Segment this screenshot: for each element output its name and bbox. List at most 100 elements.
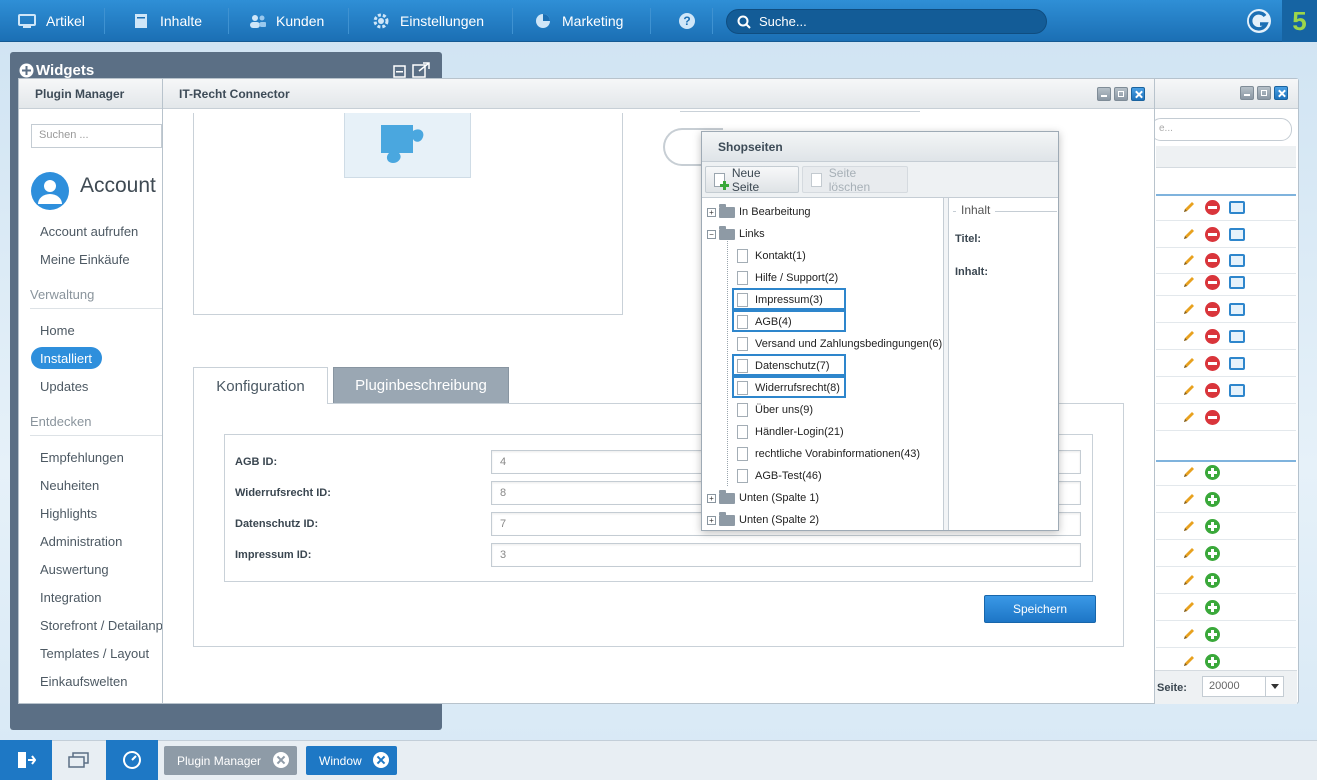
close-button[interactable] [1131,87,1145,101]
close-button[interactable] [1274,86,1288,100]
open-window-icon[interactable] [1229,357,1245,370]
tree-folder[interactable]: − Links [707,223,765,245]
edit-pencil-icon[interactable] [1182,573,1196,587]
sidebar-item-entdecken[interactable]: Auswertung [40,562,109,577]
page-size-select[interactable]: 20000 [1202,676,1284,697]
edit-pencil-icon[interactable] [1182,627,1196,641]
table-row[interactable] [1156,513,1296,540]
nav-artikel[interactable]: Artikel [4,0,99,42]
table-row[interactable] [1156,350,1296,377]
right-search-input[interactable]: e... [1150,118,1292,141]
table-row[interactable] [1156,486,1296,513]
table-row[interactable] [1156,594,1296,621]
install-plus-icon[interactable] [1205,627,1220,642]
minimize-button[interactable] [1097,87,1111,101]
tree-page[interactable]: rechtliche Vorabinformationen(43) [737,443,920,465]
my-purchases-link[interactable]: Meine Einkäufe [40,252,130,267]
tree-folder[interactable]: + In Bearbeitung [707,201,811,223]
close-icon[interactable] [373,752,389,768]
edit-pencil-icon[interactable] [1182,410,1196,424]
sidebar-item-entdecken[interactable]: Neuheiten [40,478,99,493]
tab-pluginbeschreibung[interactable]: Pluginbeschreibung [333,367,509,404]
account-open-link[interactable]: Account aufrufen [40,224,138,239]
tree-folder[interactable]: + Unten (Spalte 2) [707,509,819,531]
expand-icon[interactable]: + [707,493,716,503]
remove-minus-icon[interactable] [1205,227,1220,242]
edit-pencil-icon[interactable] [1182,600,1196,614]
install-plus-icon[interactable] [1205,654,1220,669]
table-row[interactable] [1156,540,1296,567]
maximize-button[interactable] [1257,86,1271,100]
dashboard-button[interactable] [106,740,158,780]
tree-page[interactable]: Versand und Zahlungsbedingungen(6) [737,333,942,355]
remove-minus-icon[interactable] [1205,275,1220,290]
tree-page[interactable]: Hilfe / Support(2) [737,267,838,289]
install-plus-icon[interactable] [1205,492,1220,507]
edit-pencil-icon[interactable] [1182,302,1196,316]
remove-minus-icon[interactable] [1205,253,1220,268]
open-window-icon[interactable] [1229,254,1245,267]
collapse-icon[interactable]: − [707,229,716,239]
impressum-id-field[interactable]: 3 [491,543,1081,567]
open-window-icon[interactable] [1229,201,1245,214]
tree-folder[interactable]: + Unten (Spalte 1) [707,487,819,509]
edit-pencil-icon[interactable] [1182,329,1196,343]
maximize-button[interactable] [1114,87,1128,101]
delete-page-button[interactable]: Seite löschen [802,166,908,194]
sidebar-item-installiert[interactable]: Installiert [40,351,92,366]
open-window-icon[interactable] [1229,228,1245,241]
tree-page[interactable]: AGB-Test(46) [737,465,822,487]
logout-button[interactable] [0,740,52,780]
table-row[interactable] [1156,296,1296,323]
minimize-button[interactable] [1240,86,1254,100]
install-plus-icon[interactable] [1205,573,1220,588]
table-row[interactable] [1156,194,1296,221]
remove-minus-icon[interactable] [1205,356,1220,371]
taskbar-plugin-manager[interactable]: Plugin Manager [164,746,297,775]
taskbar-window[interactable]: Window [306,746,397,775]
table-row[interactable] [1156,459,1296,486]
sidebar-item-entdecken[interactable]: Integration [40,590,101,605]
open-window-icon[interactable] [1229,303,1245,316]
new-page-button[interactable]: Neue Seite [705,166,799,194]
plugin-search-input[interactable]: Suchen ... [31,124,162,148]
edit-pencil-icon[interactable] [1182,492,1196,506]
install-plus-icon[interactable] [1205,546,1220,561]
sidebar-item-entdecken[interactable]: Einkaufswelten [40,674,127,689]
edit-pencil-icon[interactable] [1182,200,1196,214]
install-plus-icon[interactable] [1205,600,1220,615]
table-row[interactable] [1156,567,1296,594]
open-window-icon[interactable] [1229,276,1245,289]
edit-pencil-icon[interactable] [1182,465,1196,479]
open-window-icon[interactable] [1229,384,1245,397]
edit-pencil-icon[interactable] [1182,654,1196,668]
edit-pencil-icon[interactable] [1182,356,1196,370]
remove-minus-icon[interactable] [1205,200,1220,215]
table-row[interactable] [1156,221,1296,248]
table-row[interactable] [1156,404,1296,431]
sidebar-item-entdecken[interactable]: Administration [40,534,122,549]
nav-marketing[interactable]: Marketing [520,0,637,42]
remove-minus-icon[interactable] [1205,329,1220,344]
expand-icon[interactable]: + [707,207,716,217]
table-row[interactable] [1156,323,1296,350]
edit-pencil-icon[interactable] [1182,546,1196,560]
save-button[interactable]: Speichern [984,595,1096,623]
sidebar-item-entdecken[interactable]: Templates / Layout [40,646,149,661]
sidebar-item-entdecken[interactable]: Storefront / Detailanp [40,618,163,633]
open-window-icon[interactable] [1229,330,1245,343]
edit-pencil-icon[interactable] [1182,227,1196,241]
tab-konfiguration[interactable]: Konfiguration [193,367,328,404]
remove-minus-icon[interactable] [1205,302,1220,317]
expand-icon[interactable]: + [707,515,716,525]
edit-pencil-icon[interactable] [1182,383,1196,397]
close-icon[interactable] [273,752,289,768]
table-row[interactable] [1156,621,1296,648]
remove-minus-icon[interactable] [1205,410,1220,425]
table-row[interactable] [1156,269,1296,296]
install-plus-icon[interactable] [1205,519,1220,534]
table-row[interactable] [1156,377,1296,404]
sidebar-item-entdecken[interactable]: Highlights [40,506,97,521]
install-plus-icon[interactable] [1205,465,1220,480]
nav-kunden[interactable]: Kunden [234,0,338,42]
